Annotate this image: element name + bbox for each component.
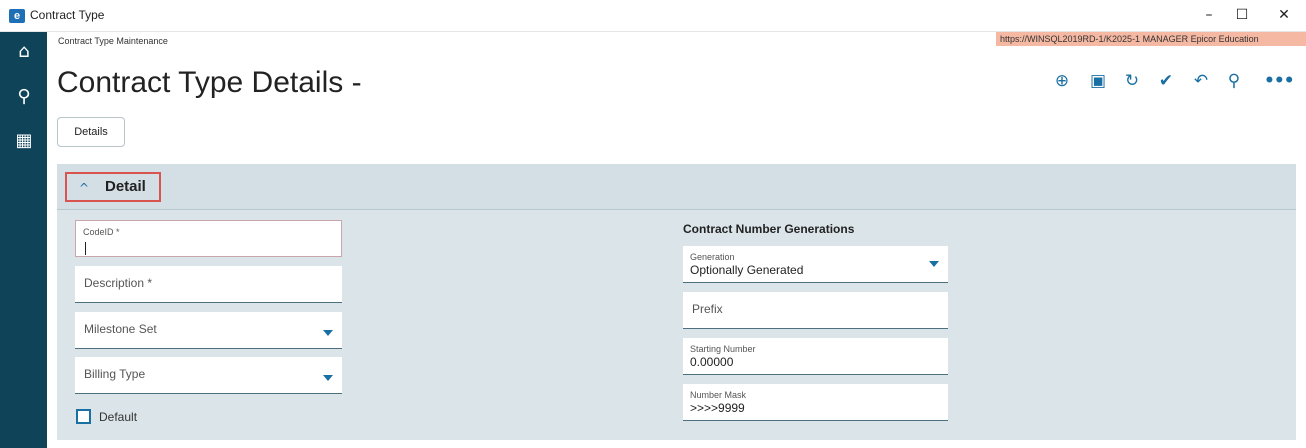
- maximize-button[interactable]: ☐: [1222, 3, 1262, 27]
- detail-panel: ^ Detail CodeID * Description * Mileston…: [57, 164, 1296, 440]
- chevron-up-icon: ^: [79, 181, 90, 195]
- starting-number-value: 0.00000: [690, 355, 734, 369]
- apps-grid-icon[interactable]: ▦: [12, 129, 36, 153]
- detail-panel-header: ^ Detail: [57, 164, 1296, 210]
- environment-badge: https://WINSQL2019RD-1/K2025-1 MANAGER E…: [996, 32, 1306, 46]
- description-field[interactable]: Description *: [75, 266, 342, 303]
- tab-details[interactable]: Details: [57, 117, 125, 147]
- description-label: Description *: [84, 276, 153, 290]
- milestone-set-dropdown[interactable]: Milestone Set: [75, 312, 342, 349]
- window-title-bar: e Contract Type – ☐ ✕: [0, 0, 1306, 32]
- number-mask-field[interactable]: Number Mask >>>>9999: [683, 384, 948, 421]
- undo-icon[interactable]: ↶: [1190, 70, 1212, 92]
- page-title: Contract Type Details -: [57, 66, 362, 99]
- chevron-down-icon[interactable]: [323, 330, 333, 336]
- section-title: Detail: [105, 178, 146, 195]
- close-button[interactable]: ✕: [1264, 3, 1304, 27]
- prefix-label: Prefix: [692, 302, 723, 316]
- number-mask-value: >>>>9999: [690, 401, 745, 415]
- billing-type-label: Billing Type: [84, 367, 146, 381]
- milestone-set-label: Milestone Set: [84, 322, 157, 336]
- default-checkbox-label: Default: [99, 410, 138, 424]
- prefix-field[interactable]: Prefix: [683, 292, 948, 329]
- detail-section-toggle[interactable]: ^ Detail: [65, 172, 161, 202]
- search-icon[interactable]: ⚲: [12, 85, 36, 109]
- generation-dropdown[interactable]: Generation Optionally Generated: [683, 246, 948, 283]
- search-icon[interactable]: ⚲: [1223, 70, 1245, 92]
- chevron-down-icon[interactable]: [323, 375, 333, 381]
- contract-number-generations-title: Contract Number Generations: [683, 222, 855, 236]
- generation-value: Optionally Generated: [690, 263, 804, 277]
- save-icon[interactable]: ▣: [1087, 70, 1109, 92]
- left-nav-rail: ⌂ ⚲ ▦: [0, 32, 47, 448]
- chevron-down-icon[interactable]: [929, 261, 939, 267]
- generation-label: Generation: [690, 252, 735, 262]
- code-id-field[interactable]: CodeID *: [75, 220, 342, 257]
- billing-type-dropdown[interactable]: Billing Type: [75, 357, 342, 394]
- starting-number-field[interactable]: Starting Number 0.00000: [683, 338, 948, 375]
- app-logo-icon: e: [9, 9, 25, 23]
- more-icon[interactable]: •••: [1264, 70, 1295, 92]
- text-cursor: [85, 242, 86, 255]
- clear-icon[interactable]: ✔: [1155, 70, 1177, 92]
- default-checkbox[interactable]: [76, 409, 91, 424]
- number-mask-label: Number Mask: [690, 390, 747, 400]
- refresh-icon[interactable]: ↻: [1121, 70, 1143, 92]
- breadcrumb: Contract Type Maintenance: [58, 36, 168, 46]
- starting-number-label: Starting Number: [690, 344, 756, 354]
- window-title: Contract Type: [30, 8, 105, 22]
- code-id-label: CodeID *: [83, 227, 120, 237]
- add-new-icon[interactable]: ⊕: [1051, 70, 1073, 92]
- home-icon[interactable]: ⌂: [12, 40, 36, 64]
